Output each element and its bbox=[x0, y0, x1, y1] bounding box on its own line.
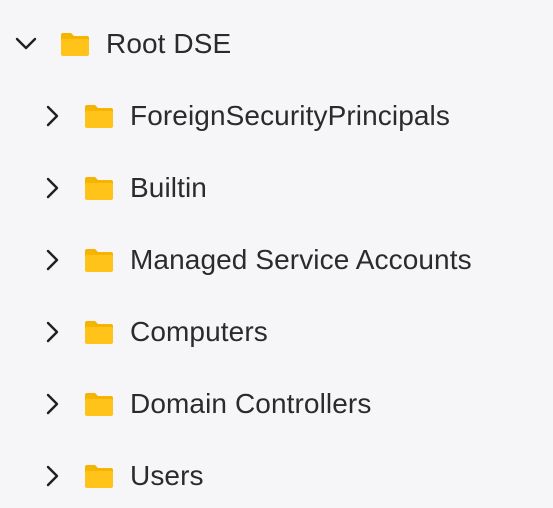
folder-icon bbox=[58, 29, 92, 59]
chevron-right-icon[interactable] bbox=[38, 318, 66, 346]
chevron-down-icon[interactable] bbox=[12, 30, 40, 58]
tree-node-managed-service-accounts[interactable]: Managed Service Accounts bbox=[38, 232, 472, 288]
tree-node-label: ForeignSecurityPrincipals bbox=[130, 100, 450, 131]
tree-node-label: Users bbox=[130, 460, 204, 491]
tree-node-computers[interactable]: Computers bbox=[38, 304, 268, 360]
chevron-right-icon[interactable] bbox=[38, 462, 66, 490]
tree-node-label: Root DSE bbox=[106, 28, 232, 59]
folder-icon bbox=[82, 173, 116, 203]
tree-node-root-dse[interactable]: Root DSE bbox=[12, 16, 231, 72]
tree-node-builtin[interactable]: Builtin bbox=[38, 160, 207, 216]
chevron-right-icon[interactable] bbox=[38, 390, 66, 418]
tree-node-foreignsecurityprincipals[interactable]: ForeignSecurityPrincipals bbox=[38, 88, 450, 144]
tree-node-label: Builtin bbox=[130, 172, 207, 203]
folder-icon bbox=[82, 101, 116, 131]
folder-icon bbox=[82, 389, 116, 419]
tree-node-users[interactable]: Users bbox=[38, 448, 204, 504]
tree-node-label: Computers bbox=[130, 316, 268, 347]
tree-node-label: Managed Service Accounts bbox=[130, 244, 472, 275]
folder-icon bbox=[82, 317, 116, 347]
tree-node-label: Domain Controllers bbox=[130, 388, 372, 419]
chevron-right-icon[interactable] bbox=[38, 174, 66, 202]
chevron-right-icon[interactable] bbox=[38, 246, 66, 274]
directory-tree: Root DSE ForeignSecurityPrincipals Built… bbox=[0, 0, 553, 508]
folder-icon bbox=[82, 245, 116, 275]
folder-icon bbox=[82, 461, 116, 491]
chevron-right-icon[interactable] bbox=[38, 102, 66, 130]
tree-node-domain-controllers[interactable]: Domain Controllers bbox=[38, 376, 371, 432]
